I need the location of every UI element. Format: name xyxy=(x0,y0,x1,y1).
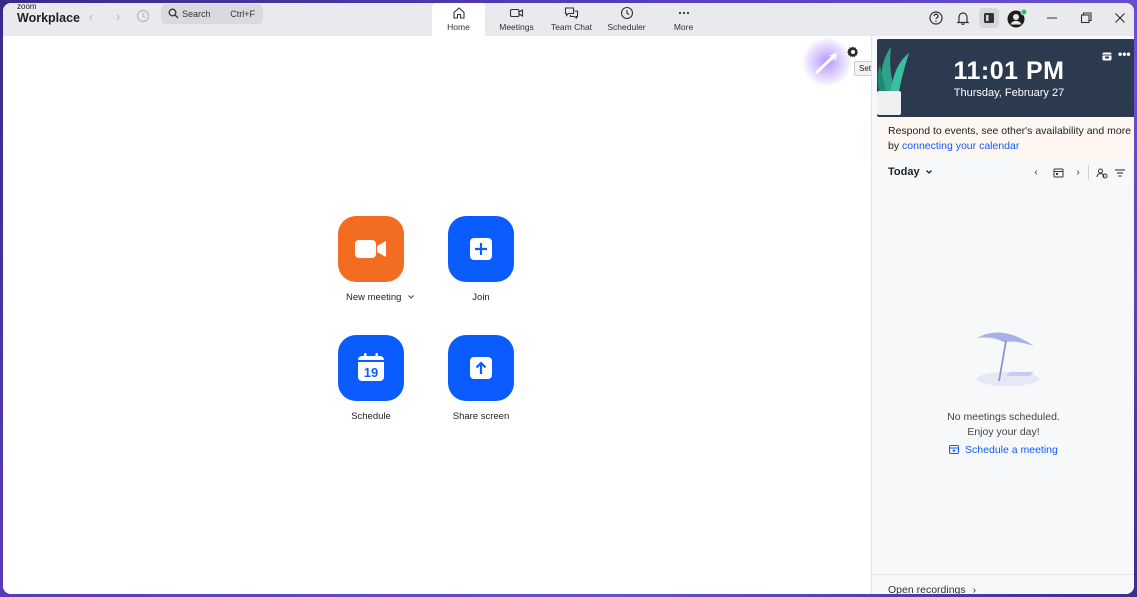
empty-state-subtitle: Enjoy your day! xyxy=(967,426,1040,438)
top-bar: zoom Workplace ‹ › Search Ctrl+F Home Me… xyxy=(3,3,1134,36)
divider xyxy=(1088,165,1089,180)
new-meeting-action[interactable]: New meeting xyxy=(338,216,414,303)
join-action[interactable]: Join xyxy=(448,216,514,303)
calendar-side-panel: 11:01 PM Thursday, February 27 ••• Respo… xyxy=(871,36,1134,594)
action-label: New meeting xyxy=(346,292,402,303)
search-label: Search xyxy=(182,9,211,19)
new-meeting-button[interactable] xyxy=(338,216,404,282)
prev-day-icon[interactable]: ‹ xyxy=(1030,167,1042,179)
people-filter-icon[interactable] xyxy=(1096,167,1108,179)
schedule-meeting-label: Schedule a meeting xyxy=(965,444,1058,456)
help-icon[interactable] xyxy=(926,8,946,28)
minimize-icon[interactable] xyxy=(1041,7,1063,29)
tab-home[interactable]: Home xyxy=(432,3,485,36)
tab-meetings[interactable]: Meetings xyxy=(490,3,543,36)
beach-umbrella-illustration xyxy=(972,326,1042,388)
schedule-label: Schedule xyxy=(351,411,391,422)
home-main: Settings New meeting Join xyxy=(3,36,893,594)
forward-icon[interactable]: › xyxy=(110,9,126,25)
open-recordings-link[interactable]: Open recordings › xyxy=(888,584,976,594)
next-day-icon[interactable]: › xyxy=(1072,167,1084,179)
close-icon[interactable] xyxy=(1109,7,1131,29)
brand-name: Workplace xyxy=(17,11,80,25)
search-input[interactable]: Search Ctrl+F xyxy=(161,4,263,24)
home-icon xyxy=(432,6,485,22)
share-screen-label: Share screen xyxy=(452,411,510,422)
current-date: Thursday, February 27 xyxy=(953,87,1065,99)
recordings-label: Open recordings xyxy=(888,584,966,594)
calendar-day: 19 xyxy=(363,365,379,380)
brand-small: zoom xyxy=(17,3,37,11)
search-shortcut: Ctrl+F xyxy=(230,9,255,19)
today-label: Today xyxy=(888,166,920,178)
tab-label: More xyxy=(673,22,694,32)
tab-more[interactable]: More xyxy=(657,3,710,36)
new-meeting-label[interactable]: New meeting xyxy=(346,292,414,303)
search-icon xyxy=(168,8,179,21)
share-up-arrow-icon xyxy=(469,356,493,385)
restore-icon[interactable] xyxy=(1075,7,1097,29)
back-icon[interactable]: ‹ xyxy=(83,9,99,25)
video-icon xyxy=(490,6,543,22)
tab-label: Scheduler xyxy=(607,22,646,32)
whiteboard-icon[interactable] xyxy=(979,8,999,28)
tab-team-chat[interactable]: Team Chat xyxy=(545,3,598,36)
tab-label: Meetings xyxy=(499,22,534,32)
bell-icon[interactable] xyxy=(953,8,973,28)
assistant-glow[interactable] xyxy=(803,38,851,86)
connect-calendar-link[interactable]: connecting your calendar xyxy=(902,140,1019,152)
video-camera-icon xyxy=(354,238,388,265)
calendar-picker-icon[interactable] xyxy=(1052,167,1064,179)
gear-icon[interactable] xyxy=(846,45,860,59)
clock-icon xyxy=(600,6,653,22)
clock-banner: 11:01 PM Thursday, February 27 ••• xyxy=(877,39,1134,117)
chevron-down-icon xyxy=(925,166,933,178)
empty-state-title: No meetings scheduled. xyxy=(947,411,1060,423)
plant-decoration xyxy=(877,47,909,115)
calendar-small-icon[interactable] xyxy=(1102,48,1112,61)
history-icon[interactable] xyxy=(135,9,151,25)
tab-scheduler[interactable]: Scheduler xyxy=(600,3,653,36)
join-button[interactable] xyxy=(448,216,514,282)
more-options-icon[interactable]: ••• xyxy=(1118,47,1131,61)
app-logo: zoom Workplace xyxy=(17,3,80,25)
plus-icon xyxy=(469,237,493,266)
chat-icon xyxy=(545,6,598,22)
schedule-button[interactable]: 19 xyxy=(338,335,404,401)
more-icon xyxy=(657,6,710,22)
chevron-right-icon: › xyxy=(972,584,977,594)
current-time: 11:01 PM xyxy=(953,57,1065,85)
avatar[interactable] xyxy=(1006,8,1028,28)
calendar-plus-icon xyxy=(949,444,960,457)
share-screen-button[interactable] xyxy=(448,335,514,401)
share-screen-action[interactable]: Share screen xyxy=(448,335,514,422)
schedule-action[interactable]: 19 Schedule xyxy=(338,335,404,422)
zoom-window: zoom Workplace ‹ › Search Ctrl+F Home Me… xyxy=(3,3,1134,594)
footer-divider xyxy=(872,574,1134,575)
today-dropdown[interactable]: Today xyxy=(888,166,933,178)
tab-label: Team Chat xyxy=(550,22,593,32)
tab-label: Home xyxy=(447,22,470,32)
join-label: Join xyxy=(472,292,490,303)
chevron-down-icon[interactable] xyxy=(407,292,415,303)
calendar-promo: Respond to events, see other's availabil… xyxy=(877,118,1134,158)
schedule-meeting-link[interactable]: Schedule a meeting xyxy=(872,444,1134,457)
filter-icon[interactable] xyxy=(1114,167,1126,179)
